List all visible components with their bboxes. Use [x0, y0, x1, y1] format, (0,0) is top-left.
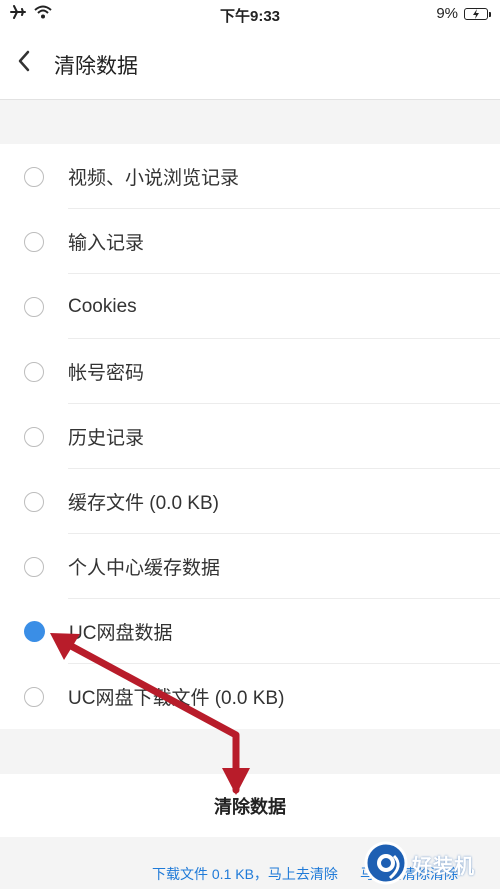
radio-button[interactable] [24, 166, 44, 187]
radio-button[interactable] [24, 231, 44, 252]
clear-data-button[interactable]: 清除数据 [0, 774, 500, 837]
status-bar: 下午9:33 9% [0, 0, 500, 28]
option-label: 个人中心缓存数据 [68, 558, 221, 579]
download-cleanup-link[interactable]: 下载文件 0.1 KB，马上去清除 [152, 864, 338, 884]
option-cookies[interactable]: Cookies [0, 274, 500, 339]
radio-button-checked[interactable] [24, 621, 45, 642]
status-right: 9% [436, 5, 491, 22]
radio-button[interactable] [24, 491, 44, 512]
battery-charging-icon [464, 7, 491, 20]
option-input-history[interactable]: 输入记录 [0, 209, 500, 274]
page-title: 清除数据 [54, 55, 138, 78]
watermark-logo: 好装机 [360, 836, 500, 889]
option-label: Cookies [68, 295, 137, 317]
radio-button[interactable] [24, 361, 44, 382]
chevron-left-icon [17, 50, 31, 77]
option-label: 缓存文件 (0.0 KB) [68, 493, 219, 514]
option-account-passwords[interactable]: 帐号密码 [0, 339, 500, 404]
option-video-novel-history[interactable]: 视频、小说浏览记录 [0, 144, 500, 209]
option-label: 输入记录 [68, 233, 145, 254]
clear-options-list: 视频、小说浏览记录 输入记录 Cookies 帐号密码 历史记录 缓存文件 (0… [0, 144, 500, 729]
option-history[interactable]: 历史记录 [0, 404, 500, 469]
radio-button[interactable] [24, 426, 44, 447]
watermark-text: 好装机 [412, 856, 475, 878]
option-label: UC网盘下载文件 (0.0 KB) [68, 688, 285, 709]
option-label: 历史记录 [68, 428, 145, 449]
option-uc-drive-downloads[interactable]: UC网盘下载文件 (0.0 KB) [0, 664, 500, 729]
option-uc-drive-data[interactable]: UC网盘数据 [0, 599, 500, 664]
status-time: 下午9:33 [219, 8, 281, 25]
option-cache-files[interactable]: 缓存文件 (0.0 KB) [0, 469, 500, 534]
option-label: 帐号密码 [68, 363, 145, 384]
radio-button[interactable] [24, 556, 44, 577]
back-button[interactable] [10, 48, 38, 78]
radio-button[interactable] [24, 296, 44, 317]
radio-button[interactable] [24, 686, 44, 707]
nav-bar: 清除数据 [0, 28, 500, 100]
option-label: 视频、小说浏览记录 [68, 168, 240, 189]
option-personal-center-cache[interactable]: 个人中心缓存数据 [0, 534, 500, 599]
option-label: UC网盘数据 [69, 623, 173, 644]
battery-percent: 9% [436, 5, 458, 22]
